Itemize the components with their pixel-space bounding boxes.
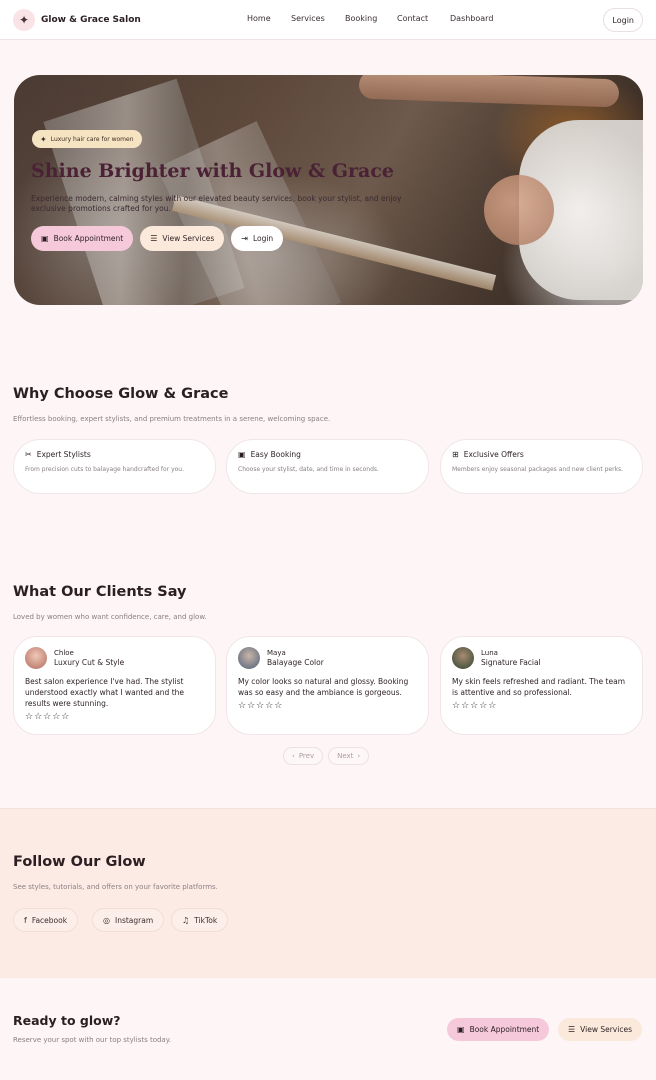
header-login-button[interactable]: Login [603, 8, 643, 32]
hero-actions: ▣ Book Appointment ☰ View Services ⇥ Log… [31, 226, 284, 251]
review-card: Chloe Luxury Cut & Style Best salon expe… [13, 636, 216, 735]
cta-subtitle: Reserve your spot with our top stylists … [13, 1036, 172, 1044]
list-icon: ☰ [568, 1025, 576, 1034]
facebook-icon: f [24, 915, 27, 925]
hero-services-label: View Services [162, 234, 215, 243]
nav-dashboard[interactable]: Dashboard [450, 14, 493, 23]
review-text: My skin feels refreshed and radiant. The… [452, 677, 626, 697]
feature-title: Exclusive Offers [463, 450, 524, 459]
reviewer-service: Balayage Color [267, 657, 324, 667]
clients-section-title: What Our Clients Say [13, 584, 187, 600]
review-card: Maya Balayage Color My color looks so na… [226, 636, 429, 735]
top-navbar: ✦ Glow & Grace Salon Home Services Booki… [0, 0, 656, 40]
feature-card-expert-stylists: ✂ Expert Stylists From precision cuts to… [13, 439, 216, 494]
instagram-link[interactable]: ◎ Instagram [92, 908, 165, 932]
why-section-title: Why Choose Glow & Grace [13, 386, 229, 402]
star-rating-icon: ☆☆☆☆☆ [25, 712, 71, 722]
hero-badge: ✦ Luxury hair care for women [32, 130, 142, 148]
nav-home[interactable]: Home [247, 14, 271, 23]
hero-subtitle: Experience modern, calming styles with o… [31, 194, 402, 213]
chevron-left-icon: ‹ [292, 752, 295, 760]
sparkle-logo-icon: ✦ [13, 9, 35, 31]
tiktok-link[interactable]: ♫ TikTok [171, 908, 229, 932]
clients-section-subtitle: Loved by women who want confidence, care… [13, 613, 207, 621]
hero-view-services-button[interactable]: ☰ View Services [140, 226, 225, 251]
nav-services[interactable]: Services [291, 14, 325, 23]
brand-name: Glow & Grace Salon [41, 15, 141, 25]
follow-section-title: Follow Our Glow [13, 854, 146, 870]
next-button[interactable]: Next › [328, 747, 370, 765]
hero-login-label: Login [252, 234, 274, 243]
why-section-subtitle: Effortless booking, expert stylists, and… [13, 415, 331, 423]
calendar-icon: ▣ [238, 450, 246, 459]
hero-login-button[interactable]: ⇥ Login [231, 226, 284, 251]
prev-label: Prev [298, 752, 315, 760]
facebook-link[interactable]: f Facebook [13, 908, 79, 932]
hero-overlay [14, 75, 643, 305]
review-card: Luna Signature Facial My skin feels refr… [440, 636, 643, 735]
brand[interactable]: ✦ Glow & Grace Salon [13, 9, 141, 31]
star-rating-icon: ☆☆☆☆☆ [452, 701, 498, 711]
cta-book-label: Book Appointment [469, 1025, 540, 1034]
facebook-label: Facebook [31, 915, 68, 925]
login-icon: ⇥ [241, 234, 248, 243]
hero-banner: ✦ Luxury hair care for women Shine Brigh… [14, 75, 643, 305]
tiktok-icon: ♫ [182, 915, 190, 925]
reviewer-name: Maya [267, 648, 286, 657]
hero-book-label: Book Appointment [53, 234, 124, 243]
gift-icon: ⊞ [452, 450, 459, 459]
follow-section-subtitle: See styles, tutorials, and offers on you… [13, 883, 218, 891]
avatar [452, 647, 474, 669]
avatar [25, 647, 47, 669]
cta-book-appointment-button[interactable]: ▣ Book Appointment [447, 1018, 550, 1041]
scissors-icon: ✂ [25, 450, 32, 459]
nav-contact[interactable]: Contact [397, 14, 428, 23]
calendar-icon: ▣ [41, 234, 49, 243]
prev-button[interactable]: ‹ Prev [283, 747, 324, 765]
calendar-icon: ▣ [457, 1025, 465, 1034]
feature-card-easy-booking: ▣ Easy Booking Choose your stylist, date… [226, 439, 429, 494]
chevron-right-icon: › [357, 752, 361, 760]
tiktok-label: TikTok [194, 915, 218, 925]
reviewer-service: Luxury Cut & Style [54, 657, 125, 667]
hero-title: Shine Brighter with Glow & Grace [31, 160, 394, 182]
reviewer-service: Signature Facial [481, 657, 541, 667]
star-rating-icon: ☆☆☆☆☆ [238, 701, 284, 711]
hero-badge-text: Luxury hair care for women [50, 135, 134, 143]
follow-section [0, 808, 656, 978]
hero-book-appointment-button[interactable]: ▣ Book Appointment [31, 226, 134, 251]
nav-booking[interactable]: Booking [345, 14, 377, 23]
review-text: My color looks so natural and glossy. Bo… [238, 677, 409, 697]
sparkle-icon: ✦ [40, 134, 47, 144]
instagram-label: Instagram [114, 915, 154, 925]
next-label: Next [337, 752, 354, 760]
feature-description: Choose your stylist, date, and time in s… [238, 466, 379, 473]
review-text: Best salon experience I've had. The styl… [25, 677, 185, 708]
cta-title: Ready to glow? [13, 1013, 121, 1028]
feature-description: Members enjoy seasonal packages and new … [452, 466, 624, 473]
reviews-pager: ‹ Prev Next › [283, 747, 370, 765]
reviewer-name: Luna [481, 648, 498, 657]
reviewer-name: Chloe [54, 648, 74, 657]
feature-description: From precision cuts to balayage handcraf… [25, 466, 185, 473]
avatar [238, 647, 260, 669]
feature-title: Easy Booking [250, 450, 301, 459]
feature-card-exclusive-offers: ⊞ Exclusive Offers Members enjoy seasona… [440, 439, 643, 494]
list-icon: ☰ [150, 234, 158, 243]
cta-services-label: View Services [580, 1025, 632, 1034]
instagram-icon: ◎ [103, 915, 110, 925]
cta-view-services-button[interactable]: ☰ View Services [558, 1018, 642, 1041]
feature-title: Expert Stylists [36, 450, 91, 459]
